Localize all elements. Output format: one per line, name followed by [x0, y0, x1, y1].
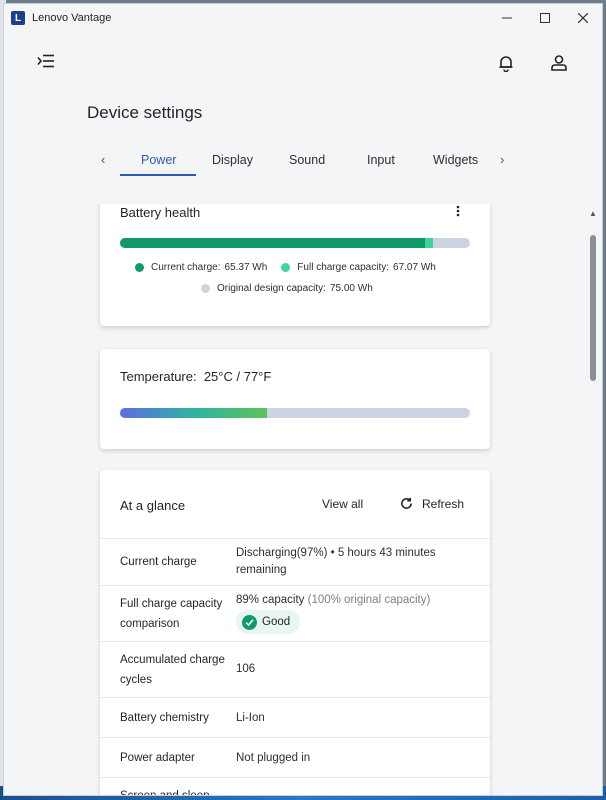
menu-toggle-button[interactable] — [37, 54, 57, 72]
settings-tabs: ‹ Power Display Sound Input Widgets › — [97, 144, 517, 180]
adapter-row-value: Not plugged in — [236, 752, 311, 764]
original-capacity-note: (100% original capacity) — [307, 594, 431, 606]
glance-row-current-charge: Current charge Discharging(97%) • 5 hour… — [100, 538, 490, 586]
legend-row-2: Original design capacity: 75.00 Wh — [201, 283, 373, 294]
app-logo: L — [11, 11, 25, 25]
at-a-glance-header: At a glance View all Refresh — [100, 470, 490, 539]
chemistry-row-label: Battery chemistry — [120, 712, 209, 724]
window-controls — [488, 4, 602, 32]
temperature-bar — [120, 408, 470, 418]
current-charge-fill — [120, 238, 426, 248]
tabs-scroll-right-button[interactable]: › — [500, 152, 504, 167]
vertical-scrollbar[interactable]: ▲ — [588, 209, 598, 795]
check-circle-icon — [242, 614, 257, 630]
temperature-label: Temperature: — [120, 369, 197, 384]
at-a-glance-title: At a glance — [120, 498, 186, 513]
glance-row-chemistry: Battery chemistry Li-Ion — [100, 698, 490, 738]
page-title: Device settings — [87, 103, 203, 122]
status-badge-label: Good — [262, 616, 291, 628]
current-charge-row-label: Current charge — [120, 556, 197, 568]
app-header — [4, 32, 602, 88]
refresh-button[interactable]: Refresh — [422, 497, 464, 511]
glance-row-full-charge: Full charge capacity comparison 89% capa… — [100, 586, 490, 642]
maximize-button[interactable] — [526, 4, 564, 32]
battery-health-title: Battery health — [120, 205, 201, 220]
close-icon — [578, 13, 588, 23]
full-charge-percent: 89% capacity — [236, 594, 305, 606]
tab-sound[interactable]: Sound — [289, 153, 325, 167]
cycles-row-label: Accumulated charge cycles — [120, 654, 225, 686]
window-title: Lenovo Vantage — [32, 12, 112, 24]
bell-icon — [499, 56, 513, 73]
current-charge-label: Current charge: — [151, 262, 221, 273]
design-capacity-value: 75.00 Wh — [329, 283, 373, 294]
full-capacity-label: Full charge capacity: — [297, 262, 390, 273]
screen-sleep-row-label: Screen and sleep — [120, 790, 210, 796]
temperature-value: 25°C / 77°F — [203, 369, 272, 384]
title-bar: L Lenovo Vantage — [4, 4, 602, 32]
current-charge-row-value: Discharging(97%) • 5 hours 43 minutes re… — [236, 547, 436, 576]
glance-row-cycles: Accumulated charge cycles 106 — [100, 642, 490, 698]
tab-power[interactable]: Power — [141, 153, 176, 167]
more-vertical-icon — [456, 205, 460, 217]
adapter-row-label: Power adapter — [120, 752, 195, 764]
glance-row-adapter: Power adapter Not plugged in — [100, 738, 490, 778]
tab-input[interactable]: Input — [367, 153, 395, 167]
design-capacity-dot — [201, 284, 210, 293]
status-badge: Good — [236, 610, 301, 634]
glance-row-screen-sleep: Screen and sleep — [100, 778, 490, 796]
temperature-fill — [120, 408, 267, 418]
cycles-row-value: 106 — [236, 663, 256, 675]
current-charge-value: 65.37 Wh — [224, 262, 268, 273]
view-all-button[interactable]: View all — [322, 497, 363, 511]
tabs-scroll-left-button[interactable]: ‹ — [101, 152, 105, 167]
app-window: L Lenovo Vantage Device settings ‹ Power… — [3, 3, 603, 796]
menu-collapse-icon — [37, 54, 54, 68]
tab-display[interactable]: Display — [212, 153, 253, 167]
design-capacity-label: Original design capacity: — [217, 283, 326, 294]
account-button[interactable] — [550, 54, 570, 74]
close-button[interactable] — [564, 4, 602, 32]
user-icon — [551, 55, 567, 71]
full-charge-row-value: 89% capacity (100% original capacity) — [236, 592, 466, 609]
minimize-icon — [502, 17, 512, 19]
legend-row-1: Current charge: 65.37 Wh Full charge cap… — [135, 262, 436, 273]
current-charge-dot — [135, 263, 144, 272]
battery-health-card: Battery health Current charge: 65.37 Wh … — [100, 204, 490, 326]
temperature-heading: Temperature: 25°C / 77°F — [120, 369, 271, 384]
tab-widgets[interactable]: Widgets — [433, 153, 478, 167]
notifications-button[interactable] — [497, 54, 517, 74]
maximize-icon — [540, 13, 550, 23]
battery-health-menu-button[interactable] — [456, 204, 460, 220]
full-charge-row-label: Full charge capacity comparison — [120, 598, 223, 630]
active-tab-indicator — [120, 174, 196, 176]
battery-capacity-bar — [120, 238, 470, 248]
scroll-content: Battery health Current charge: 65.37 Wh … — [4, 204, 586, 796]
at-a-glance-card: At a glance View all Refresh Current cha… — [100, 470, 490, 796]
chemistry-row-value: Li-Ion — [236, 712, 265, 724]
temperature-card: Temperature: 25°C / 77°F — [100, 349, 490, 449]
full-capacity-dot — [281, 263, 291, 272]
scroll-up-arrow-icon[interactable]: ▲ — [589, 209, 597, 218]
scroll-thumb[interactable] — [590, 235, 596, 381]
minimize-button[interactable] — [488, 4, 526, 32]
refresh-icon[interactable] — [400, 497, 413, 510]
full-capacity-value: 67.07 Wh — [393, 262, 436, 273]
